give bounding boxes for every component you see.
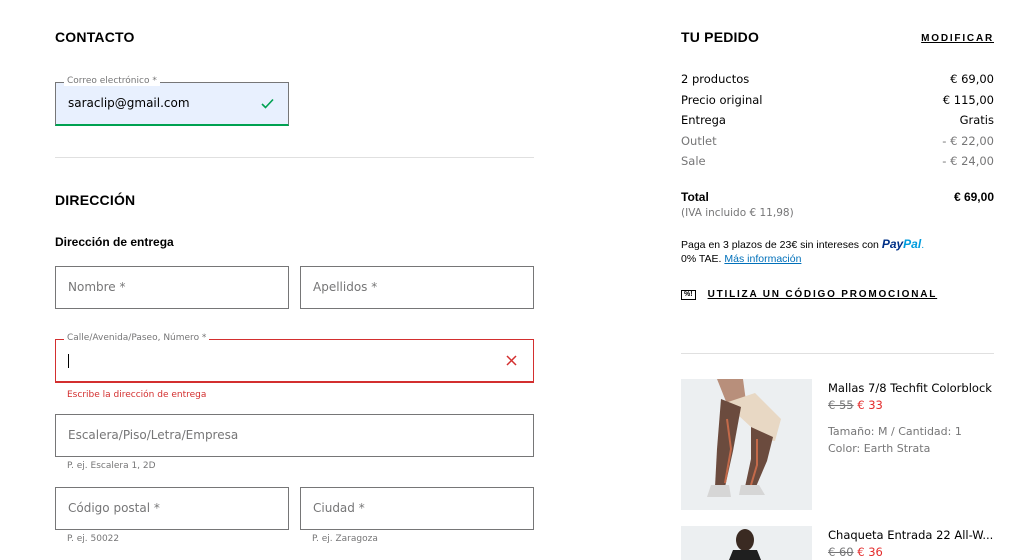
promo-tag-icon: %! [681, 289, 696, 300]
city-field[interactable]: Ciudad * [300, 487, 534, 530]
close-icon [506, 355, 517, 366]
delivery-subtitle: Dirección de entrega [55, 235, 174, 249]
first-name-field[interactable]: Nombre * [55, 266, 289, 309]
order-divider [681, 353, 994, 354]
paypal-logo: PayPal [881, 237, 922, 251]
total-label: Total [681, 190, 709, 204]
summary-line-label: Entrega [681, 113, 726, 127]
paypal-text: Paga en 3 plazos de 23€ sin intereses co… [681, 239, 879, 251]
product-new-price: € 33 [857, 398, 883, 412]
postal-code-placeholder: Código postal * [68, 501, 160, 515]
product-price: € 60 € 36 [828, 545, 883, 559]
total-value: € 69,00 [953, 190, 994, 204]
postal-code-helper: P. ej. 50022 [67, 534, 120, 544]
email-value: saraclip@gmail.com [68, 96, 190, 110]
summary-line-value: € 115,00 [942, 93, 994, 107]
street-label: Calle/Avenida/Paseo, Número * [64, 333, 210, 343]
last-name-field[interactable]: Apellidos * [300, 266, 534, 309]
modify-link[interactable]: MODIFICAR [921, 33, 994, 44]
summary-line-label: 2 productos [681, 72, 750, 86]
summary-line-value: Gratis [959, 113, 994, 127]
paypal-tae: 0% TAE. [681, 253, 722, 265]
summary-line-value: - € 24,00 [942, 154, 994, 168]
postal-code-field[interactable]: Código postal * [55, 487, 289, 530]
contact-title: CONTACTO [55, 29, 135, 45]
promo-code-link[interactable]: %! UTILIZA UN CÓDIGO PROMOCIONAL [681, 289, 937, 300]
product-name[interactable]: Mallas 7/8 Techfit Colorblock [828, 381, 992, 395]
address-extra-field[interactable]: Escalera/Piso/Letra/Empresa [55, 414, 534, 457]
summary-line-label: Precio original [681, 93, 763, 107]
summary-line-label: Sale [681, 154, 706, 168]
paypal-installments: Paga en 3 plazos de 23€ sin intereses co… [681, 237, 925, 265]
summary-line-value: € 69,00 [950, 72, 994, 86]
jacket-image [681, 526, 812, 560]
street-field[interactable]: Calle/Avenida/Paseo, Número * [55, 333, 534, 383]
last-name-placeholder: Apellidos * [313, 280, 378, 294]
address-extra-placeholder: Escalera/Piso/Letra/Empresa [68, 428, 239, 442]
paypal-more-info-link[interactable]: Más información [724, 253, 801, 265]
address-extra-helper: P. ej. Escalera 1, 2D [67, 461, 156, 471]
street-error-message: Escribe la dirección de entrega [67, 390, 207, 400]
summary-line-value: - € 22,00 [942, 134, 994, 148]
summary-line-label: Outlet [681, 134, 717, 148]
order-title: TU PEDIDO [681, 29, 760, 45]
product-image[interactable] [681, 379, 812, 510]
email-label: Correo electrónico * [64, 76, 160, 86]
product-size-qty: Tamaño: M / Cantidad: 1 [828, 425, 962, 438]
vat-note: (IVA incluido € 11,98) [681, 207, 794, 219]
section-divider [55, 157, 534, 158]
leggings-image [681, 379, 812, 510]
address-title: DIRECCIÓN [55, 192, 136, 208]
product-name[interactable]: Chaqueta Entrada 22 All-W... [828, 528, 993, 542]
product-image[interactable] [681, 526, 812, 560]
product-new-price: € 36 [857, 545, 883, 559]
product-old-price: € 60 [828, 545, 854, 559]
check-icon [261, 98, 274, 109]
text-caret [68, 354, 69, 368]
product-price: € 55 € 33 [828, 398, 883, 412]
product-old-price: € 55 [828, 398, 854, 412]
email-field[interactable]: Correo electrónico * saraclip@gmail.com [55, 76, 289, 126]
first-name-placeholder: Nombre * [68, 280, 126, 294]
product-color: Color: Earth Strata [828, 442, 931, 455]
city-helper: P. ej. Zaragoza [312, 534, 378, 544]
promo-code-label: UTILIZA UN CÓDIGO PROMOCIONAL [707, 289, 938, 300]
city-placeholder: Ciudad * [313, 501, 365, 515]
